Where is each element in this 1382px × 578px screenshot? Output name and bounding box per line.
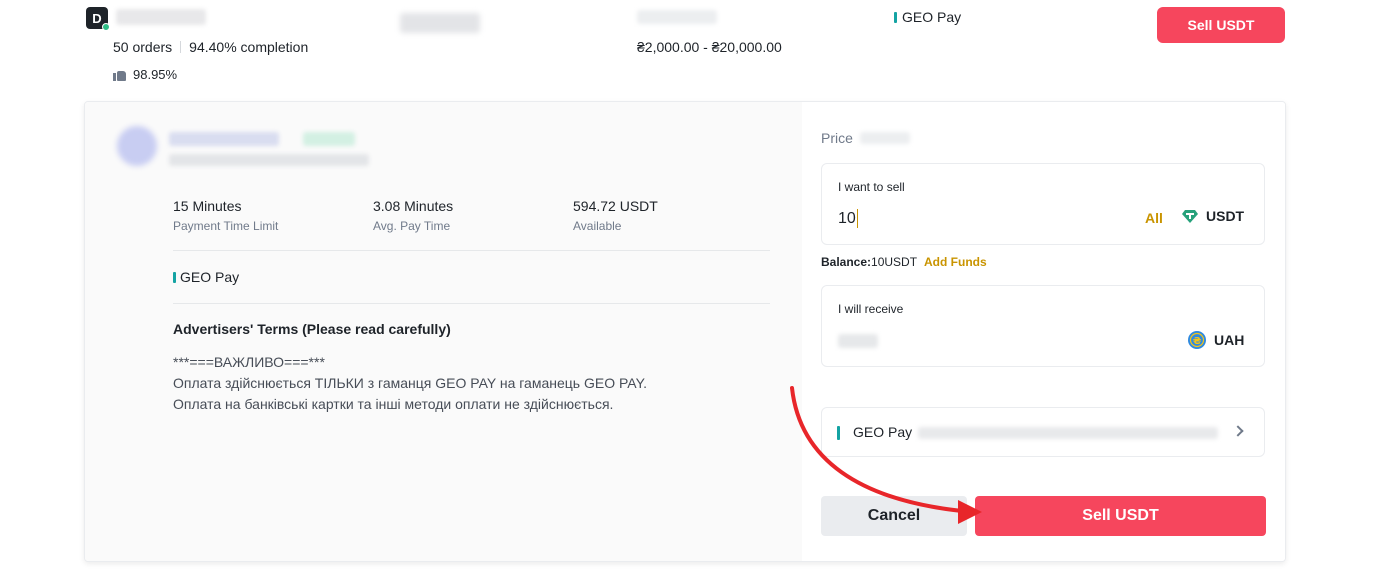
divider	[173, 250, 770, 251]
cancel-button[interactable]: Cancel	[821, 496, 967, 536]
chevron-right-icon	[1232, 425, 1244, 437]
balance-value: 10USDT	[871, 255, 918, 269]
payment-account-redacted	[918, 427, 1218, 439]
stat-avg-pay-time: 3.08 Minutes Avg. Pay Time	[373, 198, 453, 233]
merchant-avatar-letter: D	[92, 10, 102, 26]
stats-separator	[180, 41, 182, 53]
balance-label: Balance:	[821, 255, 872, 269]
add-funds-link[interactable]: Add Funds	[924, 255, 987, 269]
online-status-dot	[102, 23, 110, 31]
listing-sell-button[interactable]: Sell USDT	[1157, 7, 1285, 43]
positive-rate: 98.95%	[113, 67, 177, 82]
order-limit: ₴2,000.00 - ₴20,000.00	[637, 39, 782, 55]
sell-currency-label: USDT	[1206, 208, 1245, 224]
receive-currency: ₴ UAH	[1188, 331, 1244, 349]
stat-payment-time-limit: 15 Minutes Payment Time Limit	[173, 198, 278, 233]
text-cursor	[856, 209, 859, 228]
stat-available: 594.72 USDT Available	[573, 198, 658, 233]
advertiser-badge-redacted	[303, 132, 355, 146]
listing-payment-method: GEO Pay	[894, 9, 961, 25]
stat-label: Payment Time Limit	[173, 219, 279, 233]
advertiser-avatar[interactable]	[117, 126, 157, 166]
merchant-name-redacted	[116, 9, 206, 25]
positive-rate-value: 98.95%	[133, 67, 178, 82]
terms-line: Оплата на банківські картки та інші мето…	[173, 396, 614, 412]
p2p-sell-page: D 50 orders 94.40% completion 98.95% ₴2,0…	[0, 0, 1382, 578]
terms-line: ***===ВАЖЛИВО===***	[173, 354, 325, 370]
stat-value: 3.08 Minutes	[373, 198, 454, 214]
receive-currency-label: UAH	[1214, 332, 1245, 348]
advertiser-panel: 15 Minutes Payment Time Limit 3.08 Minut…	[85, 102, 802, 561]
listing-payment-method-label: GEO Pay	[902, 9, 962, 25]
payment-method-marker	[173, 271, 176, 283]
terms-body: ***===ВАЖЛИВО===*** Оплата здійснюється …	[173, 352, 647, 415]
price-value-redacted	[860, 132, 910, 144]
stat-value: 15 Minutes	[173, 198, 242, 214]
terms-line: Оплата здійснюється ТІЛЬКИ з гаманця GEO…	[173, 375, 647, 391]
top-listing-row: D 50 orders 94.40% completion 98.95% ₴2,0…	[0, 0, 1382, 96]
stat-label: Avg. Pay Time	[373, 219, 451, 233]
available-redacted	[637, 10, 717, 24]
sell-amount-label: I want to sell	[838, 180, 905, 194]
receive-amount-label: I will receive	[838, 302, 904, 316]
price-label: Price	[821, 130, 853, 146]
payment-method-select[interactable]: GEO Pay	[821, 407, 1265, 457]
confirm-sell-button[interactable]: Sell USDT	[975, 496, 1266, 536]
merchant-avatar[interactable]: D	[86, 7, 110, 31]
svg-text:₴: ₴	[1193, 336, 1202, 347]
receive-amount-field[interactable]: I will receive ₴ UAH	[821, 285, 1265, 367]
orders-count: 50 orders	[113, 39, 173, 55]
uah-icon: ₴	[1188, 331, 1206, 349]
sell-amount-input[interactable]: 10	[838, 209, 859, 228]
usdt-icon	[1182, 208, 1198, 224]
stat-value: 594.72 USDT	[573, 198, 658, 214]
sell-amount-field[interactable]: I want to sell 10 All USDT	[821, 163, 1265, 245]
price-redacted	[400, 13, 480, 33]
completion-rate: 94.40% completion	[189, 39, 309, 55]
balance-info: Balance:10USDT	[821, 255, 917, 269]
payment-method-marker	[837, 426, 840, 440]
order-card: 15 Minutes Payment Time Limit 3.08 Minut…	[84, 101, 1286, 562]
advertiser-stats-redacted	[169, 154, 369, 166]
payment-method-select-label: GEO Pay	[853, 424, 913, 440]
advertiser-payment-method: GEO Pay	[173, 269, 239, 285]
thumbs-up-icon	[113, 69, 127, 81]
sell-amount-value: 10	[838, 209, 856, 227]
stat-label: Available	[573, 219, 622, 233]
all-button[interactable]: All	[1145, 210, 1163, 226]
advertiser-name-redacted	[169, 132, 279, 146]
advertiser-payment-method-label: GEO Pay	[180, 269, 240, 285]
terms-title: Advertisers' Terms (Please read carefull…	[173, 321, 451, 337]
divider	[173, 303, 770, 304]
sell-currency: USDT	[1182, 208, 1244, 224]
receive-amount-redacted	[838, 334, 878, 348]
order-form-panel: Price I want to sell 10 All USDT Balance…	[802, 102, 1285, 561]
merchant-stats: 50 orders 94.40% completion	[113, 39, 308, 55]
payment-method-marker	[894, 11, 897, 23]
